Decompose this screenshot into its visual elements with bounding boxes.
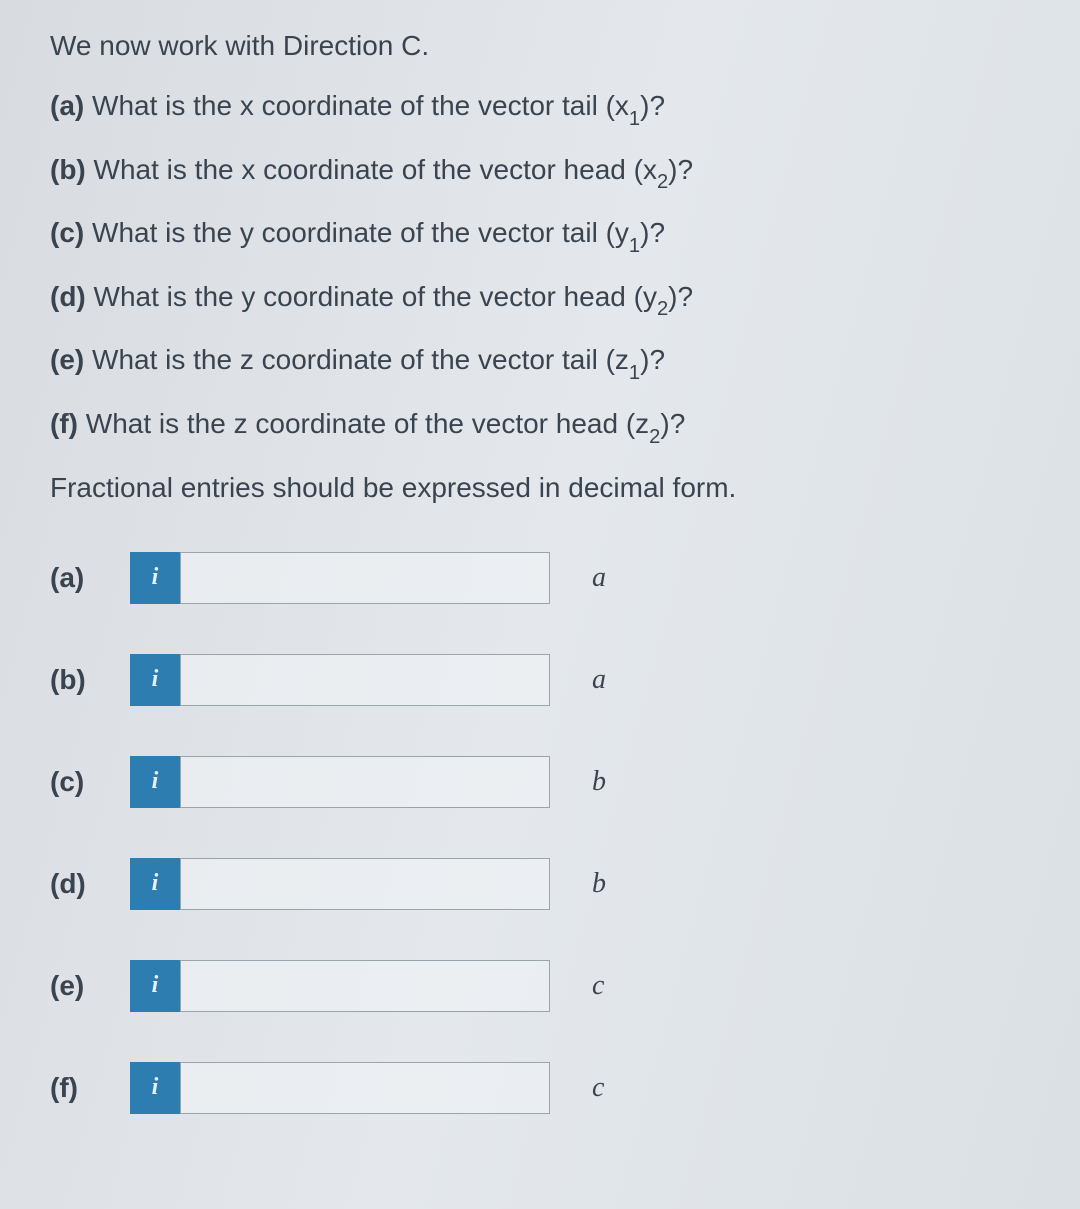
answer-f-unit: c [592, 1072, 604, 1104]
answer-c-unit: b [592, 766, 606, 798]
answer-e-label: (e) [50, 970, 130, 1002]
info-icon[interactable]: i [130, 552, 180, 604]
question-b-sub: 2 [657, 171, 668, 193]
answer-a-unit: a [592, 562, 606, 594]
question-a-text-after: )? [640, 90, 665, 121]
answer-row-b: (b) i a [50, 654, 1030, 706]
question-c: (c) What is the y coordinate of the vect… [50, 217, 1030, 255]
question-d: (d) What is the y coordinate of the vect… [50, 281, 1030, 319]
answer-a-label: (a) [50, 562, 130, 594]
info-icon[interactable]: i [130, 858, 180, 910]
answer-c-label: (c) [50, 766, 130, 798]
question-b: (b) What is the x coordinate of the vect… [50, 154, 1030, 192]
answer-f-input[interactable] [180, 1062, 550, 1114]
question-f-sub: 2 [649, 426, 660, 448]
question-e: (e) What is the z coordinate of the vect… [50, 344, 1030, 382]
question-a-sub: 1 [629, 108, 640, 130]
answer-row-d: (d) i b [50, 858, 1030, 910]
question-a: (a) What is the x coordinate of the vect… [50, 90, 1030, 128]
question-d-text-before: What is the y coordinate of the vector h… [86, 281, 657, 312]
answer-c-input[interactable] [180, 756, 550, 808]
intro-text: We now work with Direction C. [50, 30, 1030, 62]
question-b-text-before: What is the x coordinate of the vector h… [86, 154, 657, 185]
question-f-text-before: What is the z coordinate of the vector h… [78, 408, 649, 439]
question-d-sub: 2 [657, 298, 668, 320]
question-e-text-before: What is the z coordinate of the vector t… [84, 344, 629, 375]
answer-e-input[interactable] [180, 960, 550, 1012]
question-e-sub: 1 [629, 362, 640, 384]
question-e-label: (e) [50, 344, 84, 375]
question-c-sub: 1 [629, 235, 640, 257]
answer-row-a: (a) i a [50, 552, 1030, 604]
info-icon[interactable]: i [130, 960, 180, 1012]
answer-d-unit: b [592, 868, 606, 900]
note-text: Fractional entries should be expressed i… [50, 472, 1030, 504]
answer-row-f: (f) i c [50, 1062, 1030, 1114]
question-f-text-after: )? [660, 408, 685, 439]
question-c-text-after: )? [640, 217, 665, 248]
info-icon[interactable]: i [130, 1062, 180, 1114]
answer-f-label: (f) [50, 1072, 130, 1104]
question-a-text-before: What is the x coordinate of the vector t… [84, 90, 629, 121]
question-f-label: (f) [50, 408, 78, 439]
question-a-label: (a) [50, 90, 84, 121]
answer-b-input[interactable] [180, 654, 550, 706]
question-c-text-before: What is the y coordinate of the vector t… [84, 217, 629, 248]
info-icon[interactable]: i [130, 756, 180, 808]
answer-d-input[interactable] [180, 858, 550, 910]
question-e-text-after: )? [640, 344, 665, 375]
answer-e-unit: c [592, 970, 604, 1002]
answer-row-c: (c) i b [50, 756, 1030, 808]
question-d-text-after: )? [668, 281, 693, 312]
question-b-label: (b) [50, 154, 86, 185]
question-f: (f) What is the z coordinate of the vect… [50, 408, 1030, 446]
answer-b-label: (b) [50, 664, 130, 696]
answer-b-unit: a [592, 664, 606, 696]
answer-row-e: (e) i c [50, 960, 1030, 1012]
question-d-label: (d) [50, 281, 86, 312]
info-icon[interactable]: i [130, 654, 180, 706]
answer-a-input[interactable] [180, 552, 550, 604]
question-c-label: (c) [50, 217, 84, 248]
question-b-text-after: )? [668, 154, 693, 185]
answer-d-label: (d) [50, 868, 130, 900]
